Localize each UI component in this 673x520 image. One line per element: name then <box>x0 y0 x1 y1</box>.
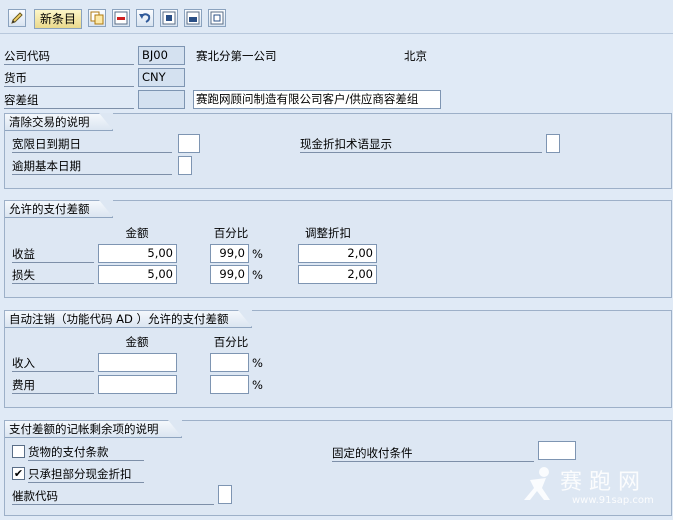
partial-discount-checkbox[interactable]: ✔ <box>12 467 25 480</box>
arrears-base-date-input[interactable] <box>178 156 192 175</box>
grace-days-input[interactable] <box>178 134 200 153</box>
company-code-label: 公司代码 <box>4 47 134 65</box>
revenue-adjust-discount-input[interactable]: 2,00 <box>298 244 377 263</box>
company-code-field[interactable]: BJ00 <box>138 46 185 65</box>
income-label: 收入 <box>12 354 94 372</box>
fixed-terms-input[interactable] <box>538 441 576 460</box>
income-amount-input[interactable] <box>98 353 177 372</box>
revenue-label: 收益 <box>12 245 94 263</box>
company-name: 赛北分第一公司 <box>196 49 277 63</box>
revenue-percent-input[interactable]: 99,0 <box>210 244 249 263</box>
auto-writeoff-title: 自动注销（功能代码 AD ）允许的支付差额 <box>5 310 252 328</box>
expense-label: 损失 <box>12 266 94 284</box>
percent-column-header: 百分比 <box>213 335 249 349</box>
expense-percent-input[interactable]: 99,0 <box>210 265 249 284</box>
currency-field[interactable]: CNY <box>138 68 185 87</box>
cash-discount-terms-input[interactable] <box>546 134 560 153</box>
select-all-icon[interactable] <box>160 9 178 27</box>
delete-icon[interactable] <box>112 9 130 27</box>
clearing-specs-title: 清除交易的说明 <box>5 113 113 131</box>
adjust-discount-column-header: 调整折扣 <box>305 226 351 240</box>
percent-sign: % <box>252 268 263 282</box>
dunning-key-input[interactable] <box>218 485 232 504</box>
cost-percent-input[interactable] <box>210 375 249 394</box>
new-entries-button[interactable]: 新条目 <box>34 9 83 29</box>
watermark-text: 赛 跑 网 <box>560 470 640 495</box>
amount-column-header: 金额 <box>125 226 149 240</box>
select-block-icon[interactable] <box>184 9 202 27</box>
arrears-base-date-label: 逾期基本日期 <box>12 157 172 175</box>
application-toolbar: 新条目 <box>0 0 673 34</box>
edit-icon[interactable] <box>8 9 26 27</box>
expense-adjust-discount-input[interactable]: 2,00 <box>298 265 377 284</box>
tolerance-group-description: 赛跑网顾问制造有限公司客户/供应商容差组 <box>193 90 441 109</box>
grace-days-label: 宽限日到期日 <box>12 135 172 153</box>
goods-terms-label: 货物的支付条款 <box>28 443 144 461</box>
percent-column-header: 百分比 <box>213 226 249 240</box>
percent-sign: % <box>252 247 263 261</box>
watermark-url: www.91sap.com <box>572 495 654 506</box>
cost-amount-input[interactable] <box>98 375 177 394</box>
percent-sign: % <box>252 378 263 392</box>
revenue-amount-input[interactable]: 5,00 <box>98 244 177 263</box>
tolerance-group-field[interactable] <box>138 90 185 109</box>
company-city: 北京 <box>404 49 427 63</box>
cash-discount-terms-label: 现金折扣术语显示 <box>300 135 542 153</box>
percent-sign: % <box>252 356 263 370</box>
runner-logo-icon <box>524 467 550 500</box>
residual-items-title: 支付差额的记帐剩余项的说明 <box>5 420 182 438</box>
cost-label: 费用 <box>12 376 94 394</box>
amount-column-header: 金额 <box>125 335 149 349</box>
currency-label: 货币 <box>4 69 134 87</box>
deselect-all-icon[interactable] <box>208 9 226 27</box>
goods-terms-checkbox[interactable] <box>12 445 25 458</box>
expense-amount-input[interactable]: 5,00 <box>98 265 177 284</box>
tolerance-group-label: 容差组 <box>4 91 134 109</box>
undo-icon[interactable] <box>136 9 154 27</box>
income-percent-input[interactable] <box>210 353 249 372</box>
partial-discount-label: 只承担部分现金折扣 <box>28 465 144 483</box>
payment-differences-title: 允许的支付差额 <box>5 200 113 218</box>
site-watermark: 赛 跑 网 www.91sap.com <box>522 464 662 512</box>
copy-icon[interactable] <box>88 9 106 27</box>
dunning-key-label: 催款代码 <box>12 487 214 505</box>
fixed-terms-label: 固定的收付条件 <box>332 444 534 462</box>
